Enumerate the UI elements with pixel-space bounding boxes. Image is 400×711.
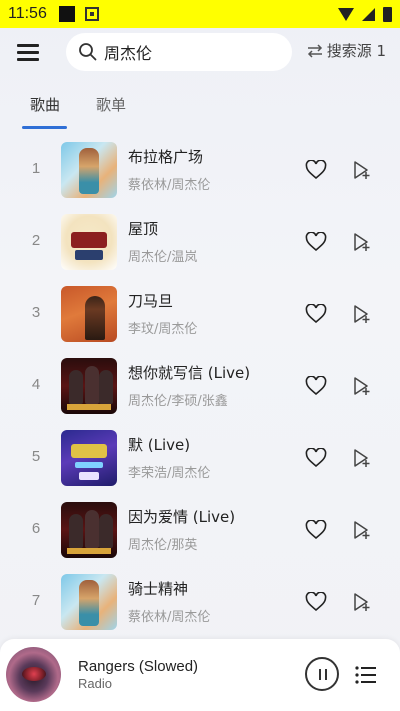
add-to-queue-icon[interactable] (352, 520, 372, 540)
swap-icon (307, 43, 322, 58)
tab-playlists[interactable]: 歌单 (96, 94, 126, 115)
song-index: 2 (31, 232, 41, 249)
add-to-queue-icon[interactable] (352, 160, 372, 180)
album-cover (61, 142, 117, 198)
album-cover (61, 574, 117, 630)
album-cover (61, 358, 117, 414)
song-title: 刀马旦 (128, 292, 174, 310)
search-source-button[interactable]: 搜索源 1 (306, 40, 386, 61)
song-title: 骑士精神 (128, 580, 189, 598)
add-to-queue-icon[interactable] (352, 232, 372, 252)
tab-bar: 歌曲 歌单 (0, 92, 400, 132)
song-row[interactable]: 2 屋顶 周杰伦/温岚 (0, 206, 400, 278)
song-index: 1 (31, 160, 41, 177)
favorite-heart-icon[interactable] (305, 160, 327, 180)
battery-icon (383, 6, 392, 22)
song-artist: 周杰伦/那英 (128, 538, 198, 553)
song-artist: 周杰伦/李硕/张鑫 (128, 394, 228, 409)
song-row[interactable]: 6 因为爱情 (Live) 周杰伦/那英 (0, 494, 400, 566)
add-to-queue-icon[interactable] (352, 304, 372, 324)
song-artist: 蔡依林/周杰伦 (128, 610, 211, 625)
now-playing-cover (6, 647, 61, 702)
song-index: 5 (31, 448, 41, 465)
song-title: 因为爱情 (Live) (128, 508, 236, 526)
pause-button[interactable] (305, 657, 339, 691)
album-cover (61, 286, 117, 342)
menu-icon[interactable] (17, 44, 39, 62)
song-index: 7 (31, 592, 41, 609)
playlist-queue-icon[interactable] (355, 665, 377, 685)
song-title: 屋顶 (128, 220, 159, 238)
add-to-queue-icon[interactable] (352, 376, 372, 396)
add-to-queue-icon[interactable] (352, 448, 372, 468)
signal-icon (362, 7, 375, 21)
song-artist: 李荣浩/周杰伦 (128, 466, 211, 481)
album-cover (61, 502, 117, 558)
song-title: 布拉格广场 (128, 148, 204, 166)
favorite-heart-icon[interactable] (305, 592, 327, 612)
tab-songs[interactable]: 歌曲 (30, 94, 60, 115)
song-artist: 蔡依林/周杰伦 (128, 178, 211, 193)
song-title: 默 (Live) (128, 436, 191, 454)
song-row[interactable]: 5 默 (Live) 李荣浩/周杰伦 (0, 422, 400, 494)
song-index: 3 (31, 304, 41, 321)
song-row[interactable]: 3 刀马旦 李玟/周杰伦 (0, 278, 400, 350)
song-list: 1 布拉格广场 蔡依林/周杰伦 2 屋顶 周杰伦/温岚 3 刀马旦 李玟/周杰伦… (0, 134, 400, 638)
song-index: 4 (31, 376, 41, 393)
now-playing-title: Rangers (Slowed) (78, 658, 199, 675)
song-artist: 李玟/周杰伦 (128, 322, 198, 337)
album-cover (61, 214, 117, 270)
wifi-icon (338, 7, 354, 21)
search-source-label: 搜索源 1 (326, 42, 386, 60)
song-row[interactable]: 4 想你就写信 (Live) 周杰伦/李硕/张鑫 (0, 350, 400, 422)
status-bar: 11:56 (0, 0, 400, 28)
song-title: 想你就写信 (Live) (128, 364, 251, 382)
album-cover (61, 430, 117, 486)
notification-icon (58, 6, 75, 22)
search-query: 周杰伦 (104, 44, 153, 63)
favorite-heart-icon[interactable] (305, 448, 327, 468)
favorite-heart-icon[interactable] (305, 520, 327, 540)
favorite-heart-icon[interactable] (305, 232, 327, 252)
song-row[interactable]: 1 布拉格广场 蔡依林/周杰伦 (0, 134, 400, 206)
song-row[interactable]: 7 骑士精神 蔡依林/周杰伦 (0, 566, 400, 638)
mini-player[interactable]: Rangers (Slowed) Radio (0, 639, 400, 711)
add-to-queue-icon[interactable] (352, 592, 372, 612)
tab-indicator (22, 126, 67, 129)
song-index: 6 (31, 520, 41, 537)
search-icon (79, 43, 97, 61)
song-artist: 周杰伦/温岚 (128, 250, 198, 265)
top-bar: 周杰伦 搜索源 1 (0, 28, 400, 76)
favorite-heart-icon[interactable] (305, 376, 327, 396)
status-time: 11:56 (8, 5, 47, 22)
search-input[interactable]: 周杰伦 (66, 33, 292, 71)
favorite-heart-icon[interactable] (305, 304, 327, 324)
app-notification-icon (84, 7, 99, 21)
now-playing-subtitle: Radio (78, 676, 112, 691)
